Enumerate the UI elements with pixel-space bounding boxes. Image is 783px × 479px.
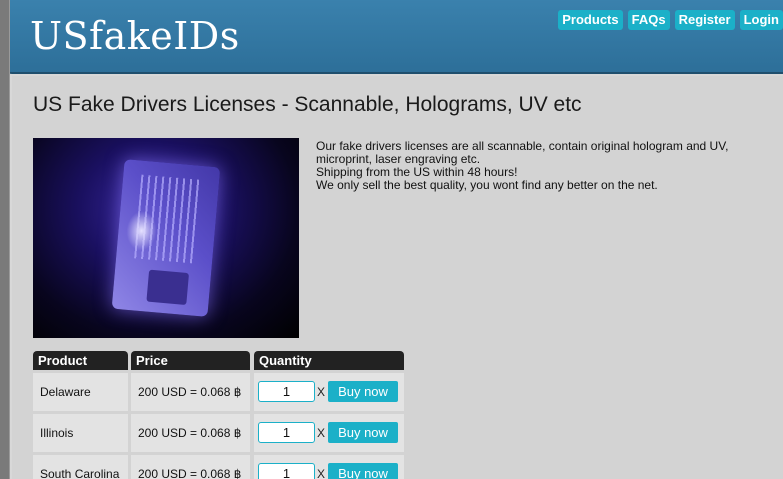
nav-register-button[interactable]: Register <box>674 10 735 30</box>
nav-products-button[interactable]: Products <box>558 10 623 30</box>
product-description: Our fake drivers licenses are all scanna… <box>316 140 776 192</box>
buy-now-button[interactable]: Buy now <box>328 463 398 479</box>
header-product: Product <box>33 351 128 370</box>
description-line: We only sell the best quality, you wont … <box>316 178 658 192</box>
quantity-input[interactable] <box>258 381 315 402</box>
page-title: US Fake Drivers Licenses - Scannable, Ho… <box>33 93 582 116</box>
times-label: X <box>317 467 326 479</box>
quantity-input[interactable] <box>258 422 315 443</box>
uv-license-card <box>111 159 221 317</box>
product-price: 200 USD = 0.068 ฿ <box>131 414 250 452</box>
header-price: Price <box>131 351 250 370</box>
site-logo[interactable]: USfakeIDs <box>30 14 240 58</box>
quantity-cell: X Buy now <box>254 455 404 479</box>
buy-now-button[interactable]: Buy now <box>328 381 398 402</box>
nav-login-button[interactable]: Login <box>739 10 783 30</box>
card-photo <box>146 269 190 306</box>
product-image <box>33 138 299 338</box>
product-price: 200 USD = 0.068 ฿ <box>131 455 250 479</box>
main-nav: Products FAQs Register Login <box>558 10 783 30</box>
quantity-cell: X Buy now <box>254 414 404 452</box>
product-name: South Carolina <box>33 455 128 479</box>
product-name: Illinois <box>33 414 128 452</box>
buy-now-button[interactable]: Buy now <box>328 422 398 443</box>
product-name: Delaware <box>33 373 128 411</box>
quantity-cell: X Buy now <box>254 373 404 411</box>
header-quantity: Quantity <box>254 351 404 370</box>
times-label: X <box>317 385 326 399</box>
times-label: X <box>317 426 326 440</box>
product-price: 200 USD = 0.068 ฿ <box>131 373 250 411</box>
nav-faqs-button[interactable]: FAQs <box>627 10 670 30</box>
site-header: USfakeIDs Products FAQs Register Login <box>0 0 783 74</box>
quantity-input[interactable] <box>258 463 315 479</box>
left-border <box>0 0 10 479</box>
card-hologram <box>124 209 159 253</box>
